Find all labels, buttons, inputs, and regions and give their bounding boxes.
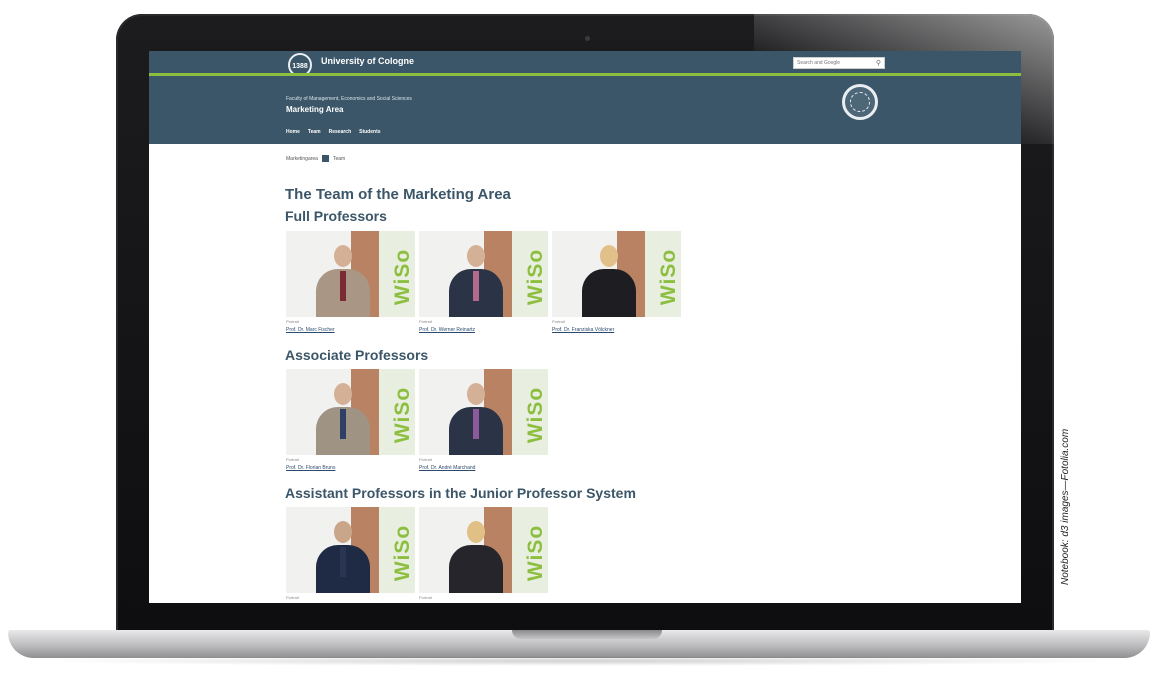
university-topbar: 1388 University of Cologne Search and Go… <box>149 51 1021 77</box>
person-card: WiSo Portrait Prof. Dr. Marc Fischer <box>286 231 416 333</box>
laptop-screen: 1388 University of Cologne Search and Go… <box>149 51 1021 603</box>
area-header: Faculty of Management, Economics and Soc… <box>149 76 1021 144</box>
person-name-link[interactable]: Prof. Dr. Werner Reinartz <box>419 327 549 333</box>
search-input[interactable]: Search and Google ⚲ <box>793 57 885 69</box>
photo-caption: Portrait <box>286 595 299 600</box>
person-photo[interactable]: WiSo <box>286 507 415 593</box>
person-name-link[interactable]: Prof. Dr. André Marchand <box>419 465 549 471</box>
wiso-logo: WiSo <box>390 248 414 306</box>
person-card: WiSo Portrait Prof. Dr. Florian Bruns <box>286 369 416 471</box>
wiso-panel: WiSo <box>379 507 415 593</box>
image-credit: Notebook: d3 images—Fotolia.com <box>1060 428 1071 585</box>
area-title: Marketing Area <box>286 105 344 114</box>
person-name-link[interactable]: Prof. Dr. Florian Bruns <box>286 465 416 471</box>
portrait-tie <box>340 409 346 439</box>
university-name-link[interactable]: University of Cologne <box>321 56 414 66</box>
main-nav: Home Team Research Students <box>286 129 381 135</box>
wiso-logo: WiSo <box>656 248 680 306</box>
person-photo[interactable]: WiSo <box>419 369 548 455</box>
search-placeholder: Search and Google <box>797 60 841 66</box>
portrait-head <box>600 245 618 267</box>
photo-caption: Portrait <box>419 595 432 600</box>
person-card: WiSo Portrait Prof. Dr. Franziska Völckn… <box>552 231 682 333</box>
person-photo[interactable]: WiSo <box>552 231 681 317</box>
person-photo[interactable]: WiSo <box>419 507 548 593</box>
person-card: WiSo Portrait <box>286 507 416 601</box>
person-card: WiSo Portrait <box>419 507 549 601</box>
wiso-panel: WiSo <box>379 231 415 317</box>
nav-home[interactable]: Home <box>286 129 300 135</box>
portrait-tie <box>340 271 346 301</box>
photo-caption: Portrait <box>419 319 432 324</box>
page-title: The Team of the Marketing Area <box>285 186 511 203</box>
laptop-base <box>8 630 1150 658</box>
wiso-logo: WiSo <box>523 386 547 444</box>
wiso-panel: WiSo <box>645 231 681 317</box>
person-photo[interactable]: WiSo <box>419 231 548 317</box>
faculty-seal-icon <box>842 84 878 120</box>
portrait-head <box>467 521 485 543</box>
breadcrumb-current: Team <box>332 155 346 162</box>
wiso-panel: WiSo <box>512 507 548 593</box>
nav-team[interactable]: Team <box>308 129 321 135</box>
seal-ring <box>850 92 870 112</box>
wiso-panel: WiSo <box>512 369 548 455</box>
base-shadow <box>30 656 1130 666</box>
photo-caption: Portrait <box>419 457 432 462</box>
portrait-head <box>467 245 485 267</box>
person-name-link[interactable]: Prof. Dr. Franziska Völckner <box>552 327 682 333</box>
photo-caption: Portrait <box>286 457 299 462</box>
portrait-body <box>582 269 636 317</box>
faculty-name: Faculty of Management, Economics and Soc… <box>286 96 412 102</box>
nav-students[interactable]: Students <box>359 129 380 135</box>
portrait-tie <box>473 271 479 301</box>
wiso-logo: WiSo <box>523 524 547 582</box>
breadcrumb-home[interactable]: Marketingarea <box>286 156 318 162</box>
section-title-associate-professors: Associate Professors <box>285 347 429 363</box>
portrait-head <box>334 383 352 405</box>
lid-opening-notch <box>512 630 662 639</box>
section-title-full-professors: Full Professors <box>285 208 387 224</box>
portrait-head <box>334 245 352 267</box>
photo-caption: Portrait <box>552 319 565 324</box>
portrait-tie <box>340 547 346 577</box>
wiso-panel: WiSo <box>512 231 548 317</box>
nav-research[interactable]: Research <box>329 129 352 135</box>
portrait-head <box>334 521 352 543</box>
camera-icon <box>585 36 590 41</box>
person-photo[interactable]: WiSo <box>286 231 415 317</box>
wiso-panel: WiSo <box>379 369 415 455</box>
person-card: WiSo Portrait Prof. Dr. Werner Reinartz <box>419 231 549 333</box>
search-icon[interactable]: ⚲ <box>876 59 881 67</box>
wiso-logo: WiSo <box>390 524 414 582</box>
section-title-assistant-professors: Assistant Professors in the Junior Profe… <box>285 485 636 501</box>
portrait-body <box>449 545 503 593</box>
wiso-logo: WiSo <box>390 386 414 444</box>
person-card: WiSo Portrait Prof. Dr. André Marchand <box>419 369 549 471</box>
wiso-logo: WiSo <box>523 248 547 306</box>
photo-caption: Portrait <box>286 319 299 324</box>
portrait-tie <box>473 409 479 439</box>
home-icon[interactable] <box>321 155 329 162</box>
portrait-head <box>467 383 485 405</box>
person-name-link[interactable]: Prof. Dr. Marc Fischer <box>286 327 416 333</box>
breadcrumb: Marketingarea Team <box>286 155 345 162</box>
person-photo[interactable]: WiSo <box>286 369 415 455</box>
